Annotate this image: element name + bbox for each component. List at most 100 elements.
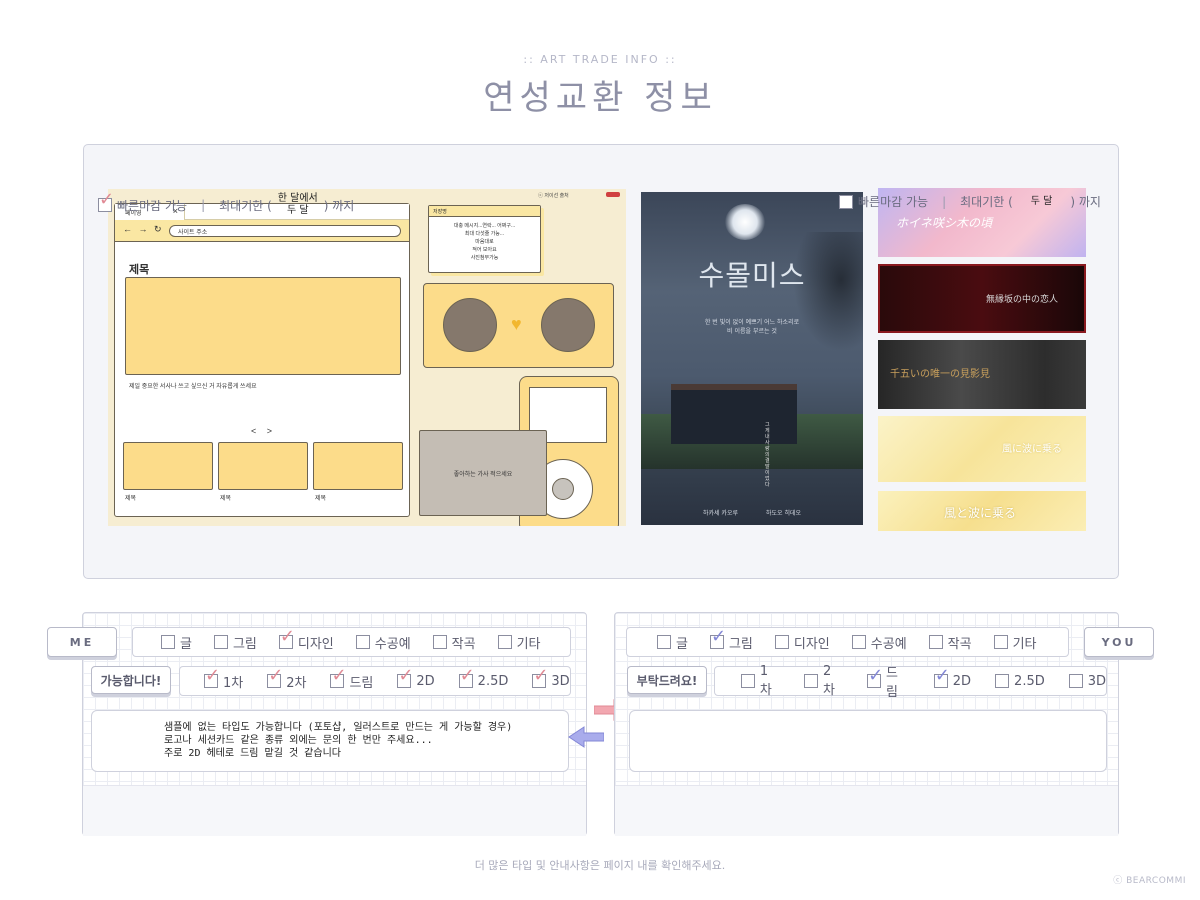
option-label: 그림 (728, 636, 753, 652)
fast-deadline-option[interactable]: 빠른마감 가능 (839, 193, 928, 210)
you-style-option[interactable]: ✓ 2D (933, 667, 972, 689)
mockup-page-title: 제목 (129, 264, 150, 276)
fast-deadline-label: 빠른마감 가능 (117, 198, 188, 213)
banner-text: ホイネ咲シ木の頃 (896, 216, 993, 230)
checkbox[interactable] (497, 635, 512, 649)
mockup-copyright: ⓒ 저이선 출처 (538, 193, 569, 199)
option-label: 기타 (516, 636, 541, 652)
me-type-option[interactable]: 수공예 (355, 633, 411, 652)
checkbox[interactable] (993, 635, 1008, 649)
you-type-option[interactable]: ✓ 그림 (709, 628, 753, 652)
max-deadline-suffix: ) 까지 (323, 198, 355, 213)
poster-bus-shelter (671, 384, 797, 444)
checkbox[interactable] (213, 635, 228, 649)
me-type-option[interactable]: 글 (161, 633, 192, 652)
mockup-browser-window: 페이영 × ← → ↻ 사이트 주소 제목 제일 중요한 서사나 쓰고 싶으신 … (114, 203, 410, 517)
poster-tagline: 한 번 빛이 없이 예쁘기 어느 하소리로 비 이름을 부르는 것 (704, 319, 800, 335)
checkmark-icon: ✓ (533, 665, 549, 686)
you-style-option[interactable]: 3D (1068, 673, 1107, 689)
option-label: 디자인 (297, 636, 334, 652)
option-label: 수공예 (870, 636, 907, 652)
me-type-option[interactable]: ✓ 디자인 (278, 628, 334, 652)
checkbox[interactable]: ✓ (278, 628, 295, 649)
option-label: 2D (952, 673, 972, 689)
checkbox[interactable] (1068, 674, 1083, 688)
mockup-thumb-label: 제목 (220, 496, 232, 502)
mockup-description: 제일 중요한 서사나 쓰고 싶으신 거 자유롭게 쓰세요 (129, 384, 257, 390)
you-deadline-row: 빠른마감 가능 | 최대기한 ( 두 달 ) 까지 (839, 193, 1101, 210)
you-note-box[interactable] (629, 710, 1107, 772)
checkbox[interactable]: ✓ (98, 191, 114, 212)
you-type-option[interactable]: 디자인 (774, 633, 830, 652)
me-style-option[interactable]: ✓ 드림 (330, 667, 374, 691)
checkbox[interactable] (161, 635, 175, 649)
you-style-option[interactable]: ✓ 드림 (867, 662, 910, 700)
option-label: 글 (180, 636, 192, 652)
checkbox[interactable] (774, 635, 789, 649)
checkbox[interactable] (432, 635, 447, 649)
poster-sample: 수몰미스 한 번 빛이 없이 예쁘기 어느 하소리로 비 이름을 부르는 것 그… (641, 192, 863, 525)
mockup-lyric-box: 좋아하는 가사 적으세요 (419, 430, 547, 516)
option-label: 2차 (822, 664, 835, 698)
you-style-option[interactable]: 2차 (804, 664, 843, 698)
mockup-portrait-right (541, 298, 595, 352)
fast-deadline-option[interactable]: ✓ 빠른마감 가능 (98, 191, 188, 214)
me-type-option[interactable]: 그림 (213, 633, 257, 652)
me-style-option[interactable]: ✓ 2차 (267, 667, 306, 691)
checkbox[interactable] (804, 674, 818, 688)
checkbox[interactable] (928, 635, 943, 649)
poster-title: 수몰미스 (698, 259, 806, 292)
me-type-option[interactable]: 기타 (497, 633, 541, 652)
option-label: 글 (676, 636, 688, 652)
checkbox[interactable]: ✓ (867, 667, 883, 688)
mockup-thumb (123, 442, 213, 490)
banner-sample: 千五いの唯一の見影見 (878, 340, 1086, 409)
option-label: 드림 (349, 675, 374, 691)
max-deadline-prefix: 최대기한 ( (219, 198, 272, 213)
checkbox[interactable]: ✓ (458, 667, 475, 688)
you-style-option[interactable]: 2.5D (995, 674, 1045, 689)
checkbox[interactable]: ✓ (532, 667, 548, 688)
poster-credits: 하카세 카오루 하도오 히데오 (641, 508, 863, 517)
checkbox[interactable] (657, 635, 671, 649)
checkbox[interactable] (355, 635, 370, 649)
checkbox[interactable]: ✓ (933, 667, 950, 688)
checkmark-icon: ✓ (459, 665, 475, 686)
poster-credit: 하도오 히데오 (766, 510, 802, 517)
option-label: 2.5D (477, 673, 509, 689)
poster-credit: 하카세 카오루 (702, 510, 738, 517)
you-type-option[interactable]: 작곡 (928, 633, 972, 652)
me-type-option[interactable]: 작곡 (432, 633, 476, 652)
checkbox[interactable]: ✓ (330, 667, 347, 688)
you-type-option[interactable]: 기타 (993, 633, 1037, 652)
you-style-option[interactable]: 1차 (741, 664, 780, 698)
you-style-row: 1차 2차 ✓ 드림 ✓ 2D 2.5D 3D (714, 664, 1107, 700)
me-style-option[interactable]: ✓ 1차 (204, 667, 243, 691)
option-label: 1차 (759, 664, 772, 698)
max-deadline-value[interactable]: 한 달에서 두 달 (278, 193, 318, 217)
you-type-option[interactable]: 글 (657, 633, 688, 652)
checkbox[interactable]: ✓ (267, 667, 283, 688)
checkbox[interactable]: ✓ (709, 628, 726, 649)
me-note-box[interactable]: 샘플에 없는 타입도 가능합니다 (포토샵, 일러스트로 만드는 게 가능할 경… (91, 710, 569, 772)
option-label: 2D (416, 673, 435, 689)
me-style-option[interactable]: ✓ 3D (532, 667, 570, 689)
option-label: 디자인 (793, 636, 830, 652)
checkbox[interactable] (995, 674, 1010, 688)
option-label: 3D (1087, 673, 1107, 689)
checkbox[interactable] (741, 674, 755, 688)
max-deadline-prefix: 최대기한 ( (960, 195, 1013, 209)
checkbox[interactable] (839, 194, 853, 209)
checkbox[interactable] (851, 635, 866, 649)
checkmark-icon: ✓ (398, 665, 414, 686)
max-deadline-value[interactable]: 두 달 (1031, 196, 1053, 208)
checkbox[interactable]: ✓ (397, 667, 413, 688)
me-style-option[interactable]: ✓ 2.5D (458, 667, 509, 689)
mockup-memo-window: 저장명 대충 메시지...연락... 어쩌구... 최대 다섯줄 가능... 마… (428, 205, 541, 273)
me-panel-footer (83, 785, 586, 836)
mockup-memo-title: 저장명 (429, 206, 540, 217)
me-style-option[interactable]: ✓ 2D (397, 667, 435, 689)
you-type-option[interactable]: 수공예 (851, 633, 907, 652)
mockup-main-image (125, 277, 401, 375)
checkbox[interactable]: ✓ (204, 667, 220, 688)
